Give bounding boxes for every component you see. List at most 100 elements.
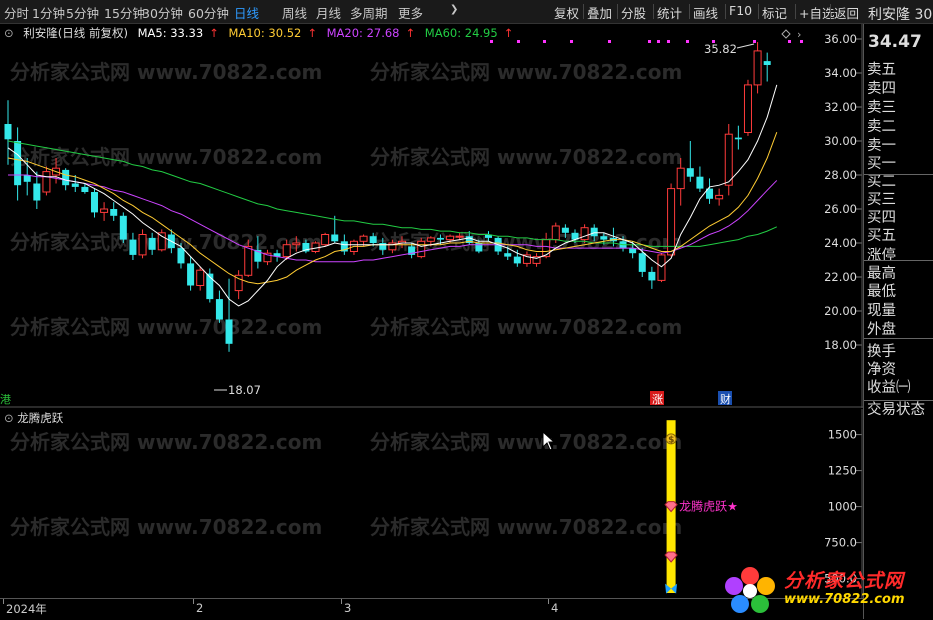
flower-logo-icon <box>725 567 775 613</box>
tab-period-5[interactable]: 60分钟 <box>188 3 229 22</box>
tab-period-8[interactable]: 月线 <box>316 3 341 22</box>
candle-body <box>4 124 12 140</box>
quote-row-label: 交易状态 <box>867 402 925 418</box>
stock-title: 利安隆(日线 前复权) <box>23 26 128 40</box>
toolbar-button-8[interactable]: 返回 <box>834 3 859 22</box>
limit-up-badge-text: 涨 <box>652 393 663 406</box>
quote-row-label: 卖二 <box>867 119 896 135</box>
candle-body <box>638 253 646 272</box>
candle-body <box>743 84 752 133</box>
date-tick <box>3 599 4 604</box>
indicator-axis-label: 1000 <box>828 500 857 514</box>
quote-row-label: 买五 <box>867 228 896 244</box>
candle-body <box>369 236 377 243</box>
tab-period-9[interactable]: 多周期 <box>350 3 388 22</box>
candle-body <box>763 61 771 66</box>
price-axis-label: 34.00 <box>824 66 857 80</box>
mouse-cursor-icon <box>542 431 556 451</box>
indicator-axis-label: 1500 <box>828 428 857 442</box>
candle-body <box>148 237 156 250</box>
watermark-text: 分析家公式网 www.70822.com <box>10 145 322 169</box>
candle-body <box>513 256 521 264</box>
high-price-label: 35.82 <box>704 42 737 56</box>
price-axis-label: 36.00 <box>824 32 857 46</box>
watermark-text: 分析家公式网 www.70822.com <box>370 315 682 339</box>
tab-period-10[interactable]: 更多 <box>398 3 423 22</box>
quote-row-label: 收益㈠ <box>867 380 911 396</box>
candle-body <box>715 194 724 200</box>
chevron-right-icon[interactable]: ❯ <box>450 4 458 15</box>
tab-period-6[interactable]: 日线 <box>234 3 259 22</box>
toolbar-button-5[interactable]: F10 <box>729 3 752 18</box>
tab-period-4[interactable]: 30分钟 <box>142 3 183 22</box>
quote-row-label: 卖五 <box>867 62 896 78</box>
signal-dot <box>788 40 791 43</box>
collapse-icon[interactable]: ⊙ <box>4 411 14 425</box>
candle-body <box>504 253 512 257</box>
indicator-axis-label: 1250 <box>828 464 857 478</box>
period-toolbar: 分时 1分钟 5分钟 15分钟 30分钟 60分钟 日线 周线 月线 多周期 更多 ❯ 复权 叠加 分股 统计… <box>0 0 933 24</box>
collapse-icon[interactable]: ⊙ <box>4 26 14 40</box>
candle-body <box>600 236 608 240</box>
toolbar-button-0[interactable]: 复权 <box>554 3 579 22</box>
candle-body <box>446 235 455 241</box>
toolbar-divider <box>758 4 759 19</box>
tab-period-1[interactable]: 1分钟 <box>32 3 65 22</box>
toolbar-button-1[interactable]: 叠加 <box>587 3 612 22</box>
candle-body <box>90 192 98 213</box>
quote-row-label: 外盘 <box>867 322 896 338</box>
candle-body <box>561 227 569 233</box>
quote-row-label: 最低 <box>867 284 896 300</box>
toolbar-button-3[interactable]: 统计 <box>657 3 682 22</box>
toolbar-divider <box>795 4 796 19</box>
ma10-label: MA10: 30.52 ↑ <box>228 26 317 40</box>
quote-row-label: 卖三 <box>867 100 896 116</box>
candle-body <box>177 248 185 264</box>
candle-body <box>686 168 694 177</box>
toolbar-button-6[interactable]: 标记 <box>762 3 787 22</box>
finance-badge-text: 财 <box>720 392 731 406</box>
candle-body <box>724 133 733 186</box>
candle-body <box>753 50 762 86</box>
ma5-label: MA5: 33.33 ↑ <box>137 26 219 40</box>
tab-period-2[interactable]: 5分钟 <box>66 3 99 22</box>
hk-connect-badge[interactable]: 港 <box>0 393 11 406</box>
ma-legend: ⊙ 利安隆(日线 前复权) MA5: 33.33 ↑ MA10: 30.52 ↑ M… <box>4 25 519 41</box>
price-axis-label: 26.00 <box>824 202 857 216</box>
quote-divider <box>864 260 933 261</box>
date-axis-label: 2024年 <box>6 602 47 616</box>
tab-period-3[interactable]: 15分钟 <box>104 3 145 22</box>
logo-url: www.70822.com <box>784 592 905 607</box>
candle-body <box>321 234 330 246</box>
candle-body <box>14 141 22 186</box>
candle-body <box>119 215 127 240</box>
toolbar-button-2[interactable]: 分股 <box>621 3 646 22</box>
signal-dot <box>657 40 660 43</box>
candle-body <box>215 299 223 320</box>
candle-body <box>71 183 79 187</box>
signal-dot <box>648 40 651 43</box>
candle-body <box>33 183 41 201</box>
candle-body <box>100 208 109 213</box>
quote-row-label: 现量 <box>867 303 896 319</box>
money-bag-symbol: $ <box>668 435 674 445</box>
watermark-text: 分析家公式网 www.70822.com <box>10 230 322 254</box>
candle-body <box>676 167 685 190</box>
tab-period-7[interactable]: 周线 <box>282 3 307 22</box>
quote-price: 34.47 <box>868 32 922 52</box>
candle-body <box>138 234 147 256</box>
chevron-right-icon[interactable]: › <box>797 28 801 41</box>
watermark-text: 分析家公式网 www.70822.com <box>370 145 682 169</box>
candle-body <box>359 235 368 242</box>
watermark-text: 分析家公式网 www.70822.com <box>10 515 322 539</box>
tab-period-0[interactable]: 分时 <box>4 3 29 22</box>
candle-body <box>129 239 137 255</box>
candle-body <box>734 137 742 140</box>
candlestick-chart[interactable]: 分析家公式网 www.70822.com 分析家公式网 www.70822.com… <box>0 24 863 408</box>
toolbar-button-4[interactable]: 画线 <box>693 3 718 22</box>
candle-body <box>187 263 195 286</box>
candle-body <box>379 243 387 250</box>
candle-body <box>81 186 89 192</box>
watermark-text: 分析家公式网 www.70822.com <box>370 430 682 454</box>
candle-body <box>157 232 166 251</box>
